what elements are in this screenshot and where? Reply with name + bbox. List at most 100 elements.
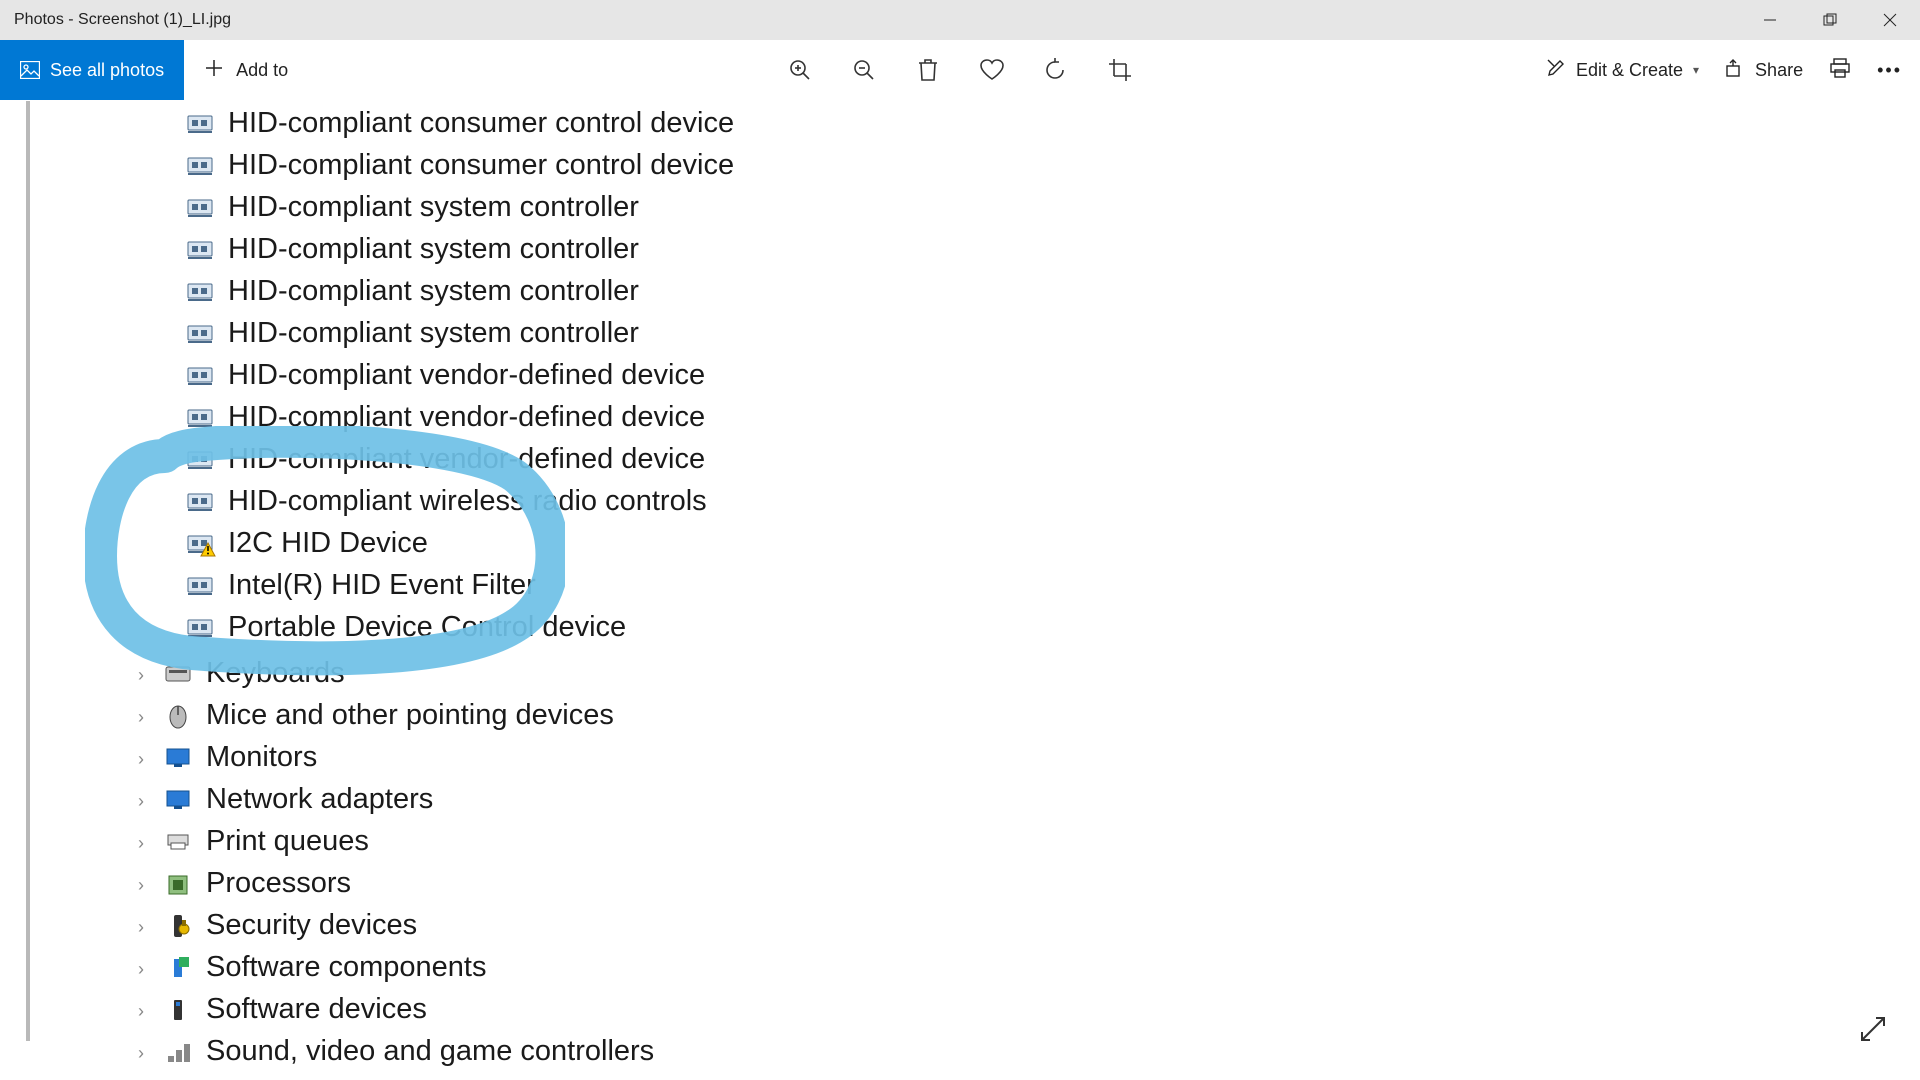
window-title: Photos - Screenshot (1)_LI.jpg — [0, 11, 231, 29]
expand-chevron-icon[interactable]: › — [138, 749, 144, 770]
crop-button[interactable] — [1107, 57, 1133, 83]
category-row[interactable]: Software components — [164, 951, 486, 984]
device-label: HID-compliant vendor-defined device — [228, 359, 705, 392]
expand-chevron-icon[interactable]: › — [138, 833, 144, 854]
expand-chevron-icon[interactable]: › — [138, 791, 144, 812]
device-icon — [186, 448, 214, 472]
device-label: Portable Device Control device — [228, 611, 626, 644]
favorite-button[interactable] — [979, 57, 1005, 83]
category-label: Software devices — [206, 993, 427, 1026]
close-button[interactable] — [1860, 0, 1920, 40]
expand-view-button[interactable] — [1856, 1012, 1890, 1051]
device-icon — [186, 154, 214, 178]
print-button[interactable] — [1829, 57, 1851, 84]
add-to-button[interactable]: Add to — [184, 58, 308, 83]
see-all-photos-button[interactable]: See all photos — [0, 40, 184, 100]
device-label: HID-compliant system controller — [228, 191, 639, 224]
share-icon — [1725, 58, 1745, 83]
device-row: HID-compliant consumer control device — [186, 107, 734, 140]
zoom-out-button[interactable] — [851, 57, 877, 83]
device-icon — [186, 238, 214, 262]
zoom-in-button[interactable] — [787, 57, 813, 83]
category-label: Monitors — [206, 741, 317, 774]
device-icon — [186, 112, 214, 136]
category-icon — [164, 787, 192, 813]
device-label: Intel(R) HID Event Filter — [228, 569, 536, 602]
minimize-button[interactable] — [1740, 0, 1800, 40]
category-row[interactable]: Sound, video and game controllers — [164, 1035, 654, 1068]
expand-chevron-icon[interactable]: › — [138, 959, 144, 980]
category-icon — [164, 1039, 192, 1065]
window-controls — [1740, 0, 1920, 40]
edit-create-button[interactable]: Edit & Create ▾ — [1546, 58, 1699, 83]
category-row[interactable]: Network adapters — [164, 783, 433, 816]
device-icon — [186, 196, 214, 220]
category-row[interactable]: Mice and other pointing devices — [164, 699, 614, 732]
category-icon — [164, 829, 192, 855]
device-label: HID-compliant vendor-defined device — [228, 401, 705, 434]
edit-create-label: Edit & Create — [1576, 60, 1683, 81]
expand-chevron-icon[interactable]: › — [138, 1043, 144, 1064]
device-label: HID-compliant vendor-defined device — [228, 443, 705, 476]
category-icon — [164, 745, 192, 771]
category-row[interactable]: Software devices — [164, 993, 427, 1026]
category-label: Mice and other pointing devices — [206, 699, 614, 732]
warning-icon — [200, 542, 216, 557]
device-row: Intel(R) HID Event Filter — [186, 569, 536, 602]
screenshot-image: HID-compliant consumer control device HID… — [26, 101, 1920, 1041]
device-row: HID-compliant system controller — [186, 191, 639, 224]
device-label: HID-compliant wireless radio controls — [228, 485, 707, 518]
category-row[interactable]: Processors — [164, 867, 351, 900]
device-row: HID-compliant system controller — [186, 317, 639, 350]
more-icon: ••• — [1877, 60, 1902, 81]
delete-button[interactable] — [915, 57, 941, 83]
category-label: Software components — [206, 951, 486, 984]
device-row: Portable Device Control device — [186, 611, 626, 644]
expand-chevron-icon[interactable]: › — [138, 917, 144, 938]
device-label: HID-compliant consumer control device — [228, 107, 734, 140]
rotate-button[interactable] — [1043, 57, 1069, 83]
appbar-center-tools — [787, 57, 1133, 83]
device-row: HID-compliant system controller — [186, 275, 639, 308]
chevron-down-icon: ▾ — [1693, 63, 1699, 77]
device-row: HID-compliant wireless radio controls — [186, 485, 707, 518]
share-label: Share — [1755, 60, 1803, 81]
device-row: HID-compliant vendor-defined device — [186, 443, 705, 476]
device-icon — [186, 322, 214, 346]
category-icon — [164, 913, 192, 939]
print-icon — [1829, 57, 1851, 84]
see-all-label: See all photos — [50, 60, 164, 81]
photo-viewer[interactable]: HID-compliant consumer control device HID… — [0, 101, 1920, 1080]
category-label: Processors — [206, 867, 351, 900]
device-label: HID-compliant system controller — [228, 233, 639, 266]
device-row: HID-compliant system controller — [186, 233, 639, 266]
expand-chevron-icon[interactable]: › — [138, 875, 144, 896]
device-icon — [186, 364, 214, 388]
more-button[interactable]: ••• — [1877, 60, 1902, 81]
category-label: Keyboards — [206, 657, 345, 690]
category-icon — [164, 871, 192, 897]
category-label: Print queues — [206, 825, 369, 858]
appbar: See all photos Add to — [0, 40, 1920, 101]
device-row: HID-compliant vendor-defined device — [186, 359, 705, 392]
expand-chevron-icon[interactable]: › — [138, 1001, 144, 1022]
category-row[interactable]: Monitors — [164, 741, 317, 774]
photos-icon — [20, 61, 40, 79]
category-row[interactable]: Security devices — [164, 909, 417, 942]
device-icon — [186, 490, 214, 514]
device-label: HID-compliant system controller — [228, 317, 639, 350]
device-icon — [186, 574, 214, 598]
category-label: Security devices — [206, 909, 417, 942]
share-button[interactable]: Share — [1725, 58, 1803, 83]
category-row[interactable]: Keyboards — [164, 657, 345, 690]
category-icon — [164, 661, 192, 687]
expand-chevron-icon[interactable]: › — [138, 707, 144, 728]
plus-icon — [204, 58, 224, 83]
device-row: HID-compliant consumer control device — [186, 149, 734, 182]
device-row: I2C HID Device — [186, 527, 428, 560]
expand-chevron-icon[interactable]: › — [138, 665, 144, 686]
category-row[interactable]: Print queues — [164, 825, 369, 858]
maximize-button[interactable] — [1800, 0, 1860, 40]
category-icon — [164, 955, 192, 981]
device-row: HID-compliant vendor-defined device — [186, 401, 705, 434]
